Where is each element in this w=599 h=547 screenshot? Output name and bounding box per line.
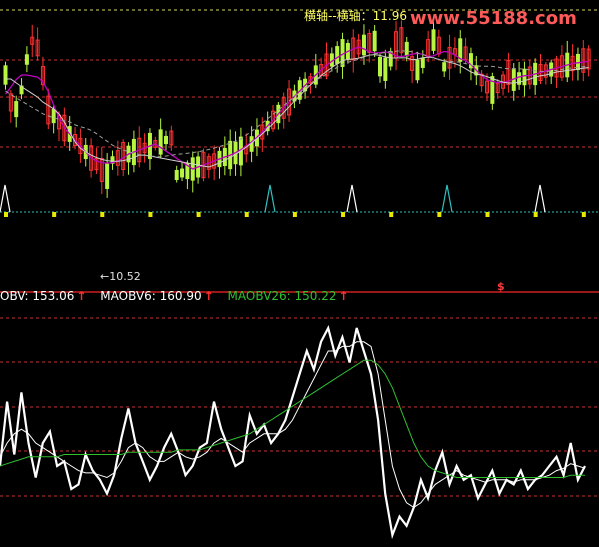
signal-marker: [196, 212, 201, 217]
legend-obv-arrow: ↑: [76, 289, 87, 303]
obv-series-line: [0, 324, 586, 540]
candle-body: [24, 54, 29, 65]
candle-body: [522, 68, 527, 86]
signal-marker: [437, 212, 442, 217]
indicator-legend: OBV: 153.06 ↑ MAOBV6: 160.90 ↑ MAOBV26: 15…: [0, 289, 351, 303]
candle-body: [383, 57, 388, 81]
candle-body: [431, 29, 436, 51]
watermark-text: www.55188.com: [410, 8, 577, 29]
candle-body: [415, 59, 420, 81]
chart-stage: 横轴--横轴：11.96 www.55188.com ←10.52 $ OBV:…: [0, 0, 599, 547]
candle-body: [372, 30, 377, 52]
low-price-note: ←10.52: [100, 270, 141, 283]
price-ma-long: [5, 50, 589, 157]
maobv6-series-line: [0, 341, 586, 508]
candle-body: [420, 57, 425, 68]
signal-spike: [346, 184, 358, 213]
signal-spike: [534, 184, 546, 213]
signal-marker: [581, 212, 586, 217]
signal-marker: [292, 212, 297, 217]
signal-marker: [485, 212, 490, 217]
price-annotation-label: 横轴--横轴：11.96: [304, 9, 408, 23]
candle-body: [51, 108, 56, 124]
candle-body: [404, 41, 409, 57]
candle-body: [105, 163, 110, 189]
signal-marker: [52, 212, 57, 217]
signal-marker: [533, 212, 538, 217]
candle-body: [164, 135, 168, 145]
legend-maobv6: MAOBV6: 160.90: [100, 289, 202, 303]
signal-marker: [100, 212, 105, 217]
chart-canvas: [0, 9, 599, 540]
candle-body: [14, 101, 19, 118]
signal-marker: [4, 212, 8, 217]
candle-body: [378, 56, 382, 77]
candle-body: [442, 62, 447, 72]
candle-body: [335, 46, 340, 64]
signal-spike: [264, 184, 276, 213]
candle-body: [180, 168, 185, 178]
legend-maobv26: MAOBV26: 150.22: [227, 289, 337, 303]
legend-obv: OBV: 153.06: [0, 289, 75, 303]
signal-marker: [244, 212, 249, 217]
dollar-marker: $: [497, 280, 505, 293]
legend-maobv6-arrow: ↑: [203, 289, 214, 303]
signal-marker: [389, 212, 394, 217]
signal-marker: [341, 212, 346, 217]
legend-maobv26-arrow: ↑: [338, 289, 349, 303]
signal-marker: [148, 212, 153, 217]
candle-body: [361, 34, 366, 56]
candle-body: [158, 129, 163, 155]
candle-body: [174, 169, 179, 181]
signal-spike: [0, 184, 11, 213]
signal-spike: [441, 184, 453, 213]
candle-body: [3, 65, 8, 85]
